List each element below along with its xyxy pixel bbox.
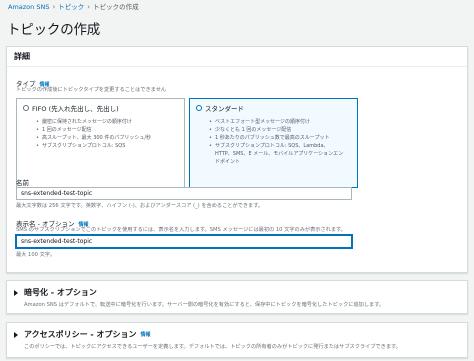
radio-fifo[interactable] <box>23 105 29 111</box>
encryption-panel[interactable]: 暗号化 - オプション Amazon SNS はデフォルトで、転送中に暗号化を行… <box>6 280 468 314</box>
standard-features-list: ベストエフォート型メッセージの順序付け 少なくとも 1 回のメッセージ配信 1 … <box>209 118 351 166</box>
protocol-line-2: HTTP、SMS、E メール、モバイルアプリケーションエン <box>215 151 344 157</box>
name-input[interactable]: sns-extended-test-topic <box>16 187 352 200</box>
encryption-header[interactable]: 暗号化 - オプション <box>7 281 467 298</box>
list-item: ベストエフォート型メッセージの順序付け <box>209 118 351 126</box>
chevron-right-icon: › <box>52 3 56 11</box>
protocol-line-3: ドポイント <box>215 159 241 165</box>
breadcrumb: Amazon SNS › トピック › トピックの作成 <box>8 2 139 12</box>
caret-right-icon <box>14 289 18 296</box>
list-item: 高スループット、最大 300 件のパブリッシュ/秒 <box>36 134 178 142</box>
protocol-line-1: サブスクリプションプロトコル: SQS、Lambda、 <box>215 143 329 149</box>
list-item: サブスクリプションプロトコル: SQS、Lambda、 HTTP、SMS、E メ… <box>209 142 351 166</box>
display-name-input[interactable]: sns-extended-test-topic <box>16 235 352 248</box>
access-policy-description: このポリシーでは、トピックにアクセスできるユーザーを定義します。デフォルトでは、… <box>24 344 401 350</box>
type-option-fifo[interactable]: FIFO (先入れ先出し、先出し) 厳密に保持されたメッセージの順序付け 1 回… <box>16 98 185 188</box>
list-item: 1 回のメッセージ配信 <box>36 126 178 134</box>
chevron-right-icon: › <box>87 3 91 11</box>
encryption-title: 暗号化 - オプション <box>24 288 97 297</box>
list-item: 1 秒あたりのパブリッシュ数で最高のスループット <box>209 134 351 142</box>
display-name-description: SMS のサブスクリプションでこのトピックを使用するには、表示名を入力します。S… <box>16 227 346 233</box>
name-label: 名前 <box>16 179 29 187</box>
details-panel: 詳細 タイプ 情報 トピックの作成後にトピックタイプを変更することはできません F… <box>6 46 468 273</box>
caret-right-icon <box>14 331 18 338</box>
type-option-fifo-label: FIFO (先入れ先出し、先出し) <box>32 105 119 113</box>
type-option-standard[interactable]: スタンダード ベストエフォート型メッセージの順序付け 少なくとも 1 回のメッセ… <box>189 98 358 188</box>
list-item: 厳密に保持されたメッセージの順序付け <box>36 118 178 126</box>
name-hint: 最大文字数は 256 文字です。英数字、ハイフン (-)、およびアンダースコア … <box>16 203 264 209</box>
access-policy-header[interactable]: アクセスポリシー - オプション 情報 <box>7 323 467 340</box>
breadcrumb-sns[interactable]: Amazon SNS <box>8 3 49 11</box>
fifo-features-list: 厳密に保持されたメッセージの順序付け 1 回のメッセージ配信 高スループット、最… <box>36 118 178 150</box>
access-policy-title: アクセスポリシー - オプション <box>24 330 137 339</box>
details-heading: 詳細 <box>7 47 467 67</box>
list-item: サブスクリプションプロトコル: SQS <box>36 142 178 150</box>
access-policy-panel[interactable]: アクセスポリシー - オプション 情報 このポリシーでは、トピックにアクセスでき… <box>6 322 468 358</box>
breadcrumb-topics[interactable]: トピック <box>58 3 84 11</box>
type-option-standard-label: スタンダード <box>205 105 244 113</box>
access-policy-info-link[interactable]: 情報 <box>141 331 151 338</box>
breadcrumb-current: トピックの作成 <box>93 3 139 11</box>
type-description: トピックの作成後にトピックタイプを変更することはできません <box>16 87 167 93</box>
page-title: トピックの作成 <box>7 22 101 38</box>
display-name-hint: 最大 100 文字。 <box>16 252 56 258</box>
encryption-description: Amazon SNS はデフォルトで、転送中に暗号化を行います。サーバー側の暗号… <box>24 302 385 308</box>
list-item: 少なくとも 1 回のメッセージ配信 <box>209 126 351 134</box>
radio-standard[interactable] <box>196 105 202 111</box>
